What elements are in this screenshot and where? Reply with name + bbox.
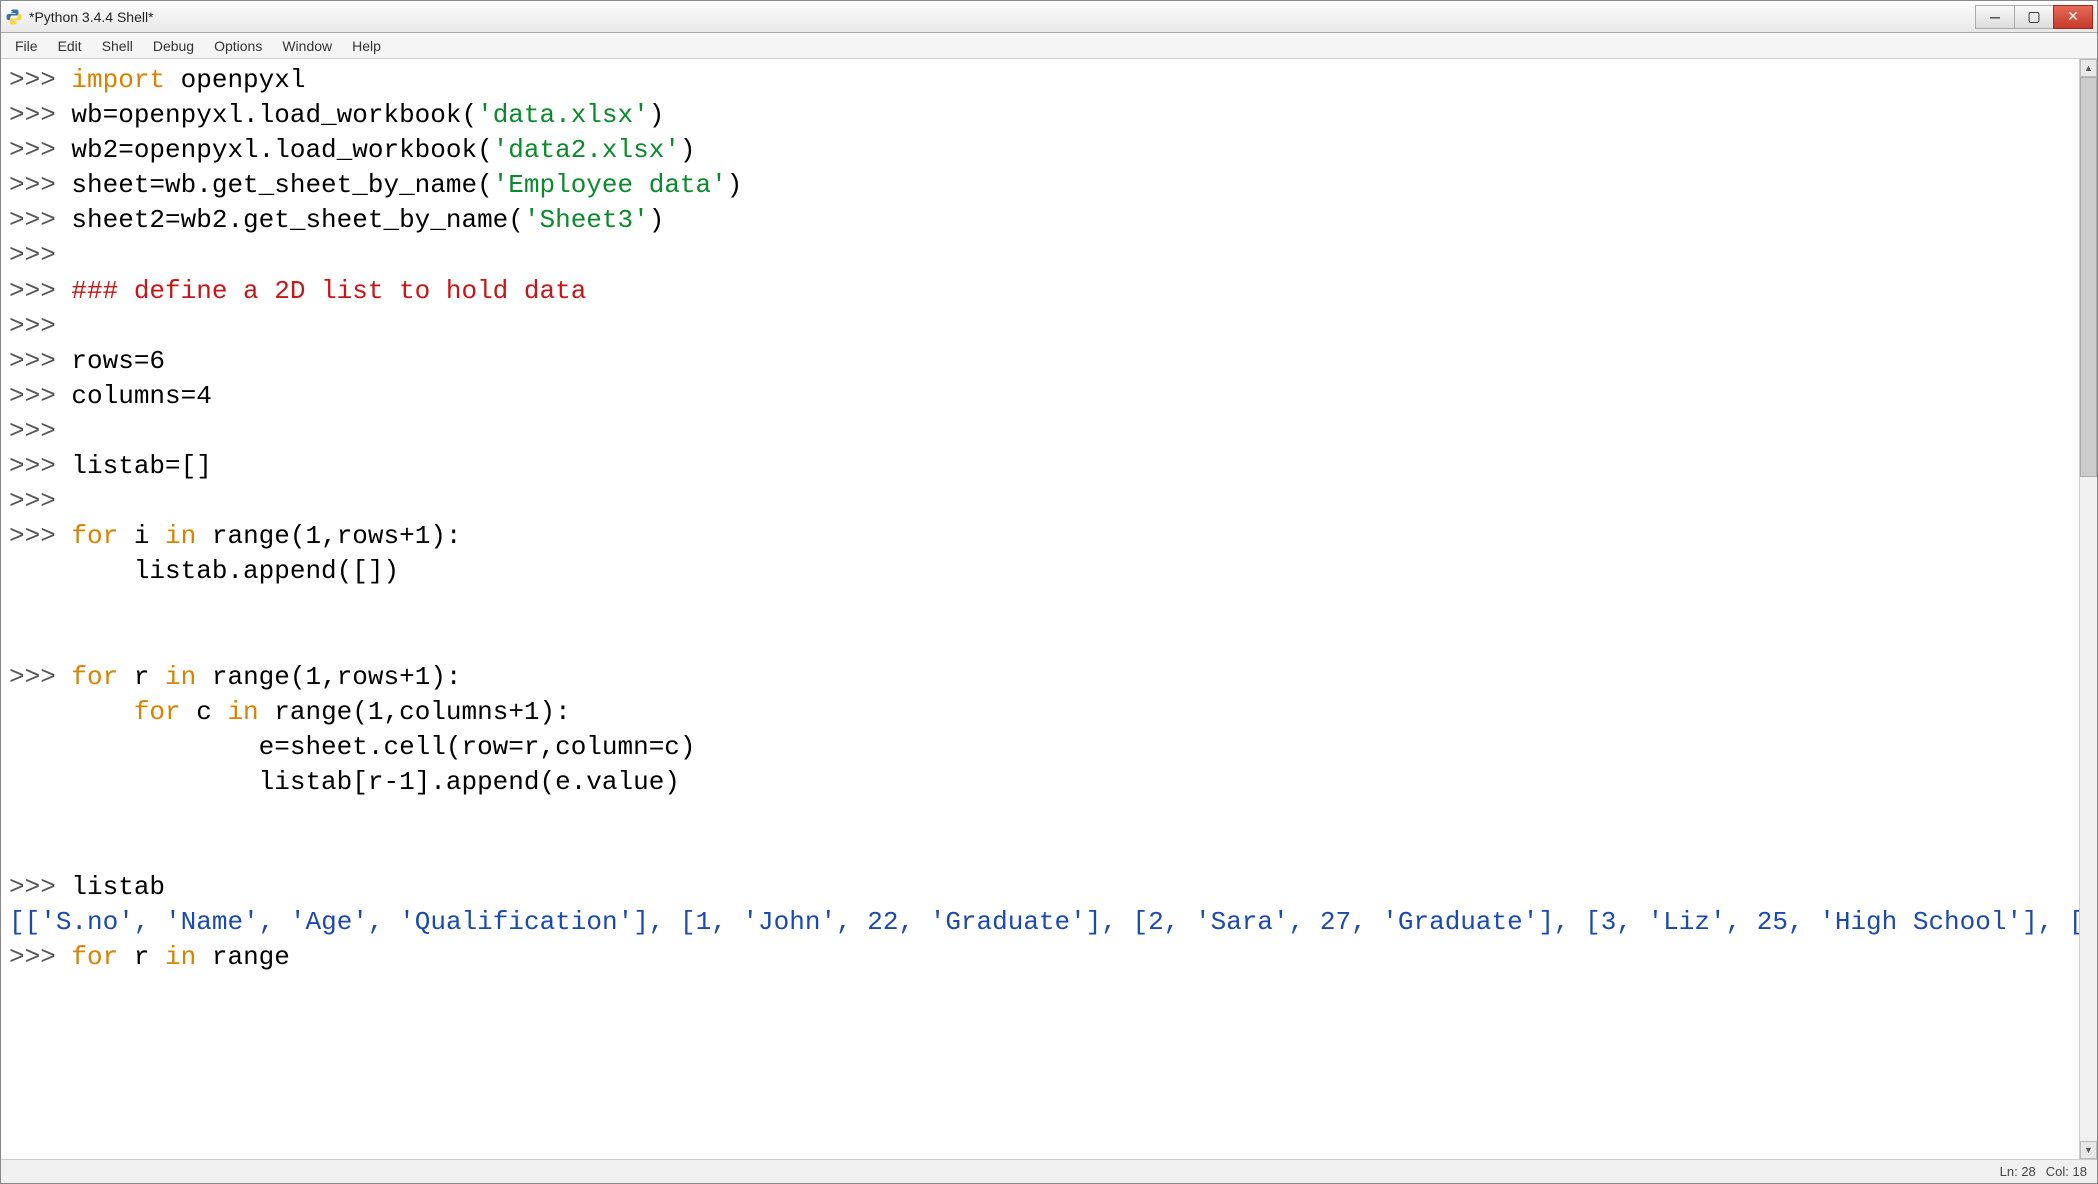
shell-editor[interactable]: >>> import openpyxl >>> wb=openpyxl.load… bbox=[1, 59, 2079, 1159]
kw-in: in bbox=[227, 697, 258, 727]
menu-debug[interactable]: Debug bbox=[143, 33, 204, 58]
kw-for: for bbox=[134, 697, 181, 727]
kw-for: for bbox=[71, 662, 118, 692]
status-line: Ln: 28 bbox=[2000, 1164, 2036, 1179]
prompt: >>> bbox=[9, 381, 56, 411]
code-text: (1,rows+1): bbox=[290, 521, 462, 551]
statusbar: Ln: 28 Col: 18 bbox=[1, 1159, 2097, 1183]
kw-for: for bbox=[71, 521, 118, 551]
code-text: ) bbox=[727, 170, 743, 200]
scroll-track[interactable] bbox=[2080, 77, 2097, 1141]
prompt: >>> bbox=[9, 100, 56, 130]
prompt: >>> bbox=[9, 346, 56, 376]
kw-in: in bbox=[165, 662, 196, 692]
scroll-down-button[interactable]: ▼ bbox=[2080, 1141, 2097, 1159]
prompt: >>> bbox=[9, 662, 56, 692]
kw-import: import bbox=[71, 65, 165, 95]
code-text: listab[r-1].append(e.value) bbox=[9, 767, 680, 797]
prompt: >>> bbox=[9, 486, 56, 516]
code-text: range bbox=[259, 697, 353, 727]
code-text: range bbox=[196, 662, 290, 692]
string-literal: 'data.xlsx' bbox=[477, 100, 649, 130]
code-text: rows=6 bbox=[56, 346, 165, 376]
code-text: i bbox=[118, 521, 165, 551]
menu-window[interactable]: Window bbox=[272, 33, 342, 58]
code-text: range bbox=[196, 521, 290, 551]
code-text: e=sheet.cell(row=r,column=c) bbox=[9, 732, 696, 762]
code-text: r bbox=[118, 662, 165, 692]
prompt: >>> bbox=[9, 276, 56, 306]
prompt: >>> bbox=[9, 311, 56, 341]
content-area: >>> import openpyxl >>> wb=openpyxl.load… bbox=[1, 59, 2097, 1159]
prompt: >>> bbox=[9, 942, 56, 972]
code-text: sheet2=wb2.get_sheet_by_name( bbox=[56, 205, 524, 235]
python-icon bbox=[5, 8, 23, 26]
kw-in: in bbox=[165, 942, 196, 972]
prompt: >>> bbox=[9, 240, 56, 270]
prompt: >>> bbox=[9, 416, 56, 446]
code-text: (1,rows+1): bbox=[290, 662, 462, 692]
string-literal: 'data2.xlsx' bbox=[493, 135, 680, 165]
code-text: listab=[] bbox=[56, 451, 212, 481]
titlebar: *Python 3.4.4 Shell* ─ ▢ ✕ bbox=[1, 1, 2097, 33]
app-window: *Python 3.4.4 Shell* ─ ▢ ✕ File Edit She… bbox=[0, 0, 2098, 1184]
menubar: File Edit Shell Debug Options Window Hel… bbox=[1, 33, 2097, 59]
code-text: c bbox=[181, 697, 228, 727]
menu-help[interactable]: Help bbox=[342, 33, 391, 58]
status-col: Col: 18 bbox=[2046, 1164, 2087, 1179]
menu-file[interactable]: File bbox=[5, 33, 48, 58]
prompt: >>> bbox=[9, 170, 56, 200]
prompt: >>> bbox=[9, 521, 56, 551]
prompt: >>> bbox=[9, 872, 56, 902]
code-text: range bbox=[196, 942, 290, 972]
maximize-button[interactable]: ▢ bbox=[2014, 5, 2054, 29]
code-text bbox=[9, 697, 134, 727]
code-text: listab.append([]) bbox=[9, 556, 399, 586]
window-title: *Python 3.4.4 Shell* bbox=[29, 9, 1976, 25]
string-literal: 'Employee data' bbox=[493, 170, 727, 200]
code-text: wb2=openpyxl.load_workbook( bbox=[56, 135, 493, 165]
code-text: ) bbox=[649, 205, 665, 235]
menu-shell[interactable]: Shell bbox=[92, 33, 143, 58]
prompt: >>> bbox=[9, 135, 56, 165]
vertical-scrollbar: ▲ ▼ bbox=[2079, 59, 2097, 1159]
code-text: r bbox=[118, 942, 165, 972]
code-text: ) bbox=[649, 100, 665, 130]
minimize-button[interactable]: ─ bbox=[1975, 5, 2015, 29]
prompt: >>> bbox=[9, 451, 56, 481]
code-text: sheet=wb.get_sheet_by_name( bbox=[56, 170, 493, 200]
scroll-up-button[interactable]: ▲ bbox=[2080, 59, 2097, 77]
window-controls: ─ ▢ ✕ bbox=[1976, 5, 2093, 29]
close-button[interactable]: ✕ bbox=[2053, 5, 2093, 29]
code-text: (1,columns+1): bbox=[352, 697, 570, 727]
menu-options[interactable]: Options bbox=[204, 33, 272, 58]
scroll-thumb[interactable] bbox=[2080, 77, 2097, 477]
code-text: listab bbox=[56, 872, 165, 902]
string-literal: 'Sheet3' bbox=[524, 205, 649, 235]
kw-for: for bbox=[71, 942, 118, 972]
code-text: columns=4 bbox=[56, 381, 212, 411]
kw-in: in bbox=[165, 521, 196, 551]
menu-edit[interactable]: Edit bbox=[48, 33, 92, 58]
code-text: wb=openpyxl.load_workbook( bbox=[56, 100, 477, 130]
comment: ### define a 2D list to hold data bbox=[56, 276, 587, 306]
code-text: ) bbox=[680, 135, 696, 165]
code-text: openpyxl bbox=[165, 65, 305, 95]
prompt: >>> bbox=[9, 65, 56, 95]
prompt: >>> bbox=[9, 205, 56, 235]
output: [['S.no', 'Name', 'Age', 'Qualification'… bbox=[9, 907, 2079, 937]
